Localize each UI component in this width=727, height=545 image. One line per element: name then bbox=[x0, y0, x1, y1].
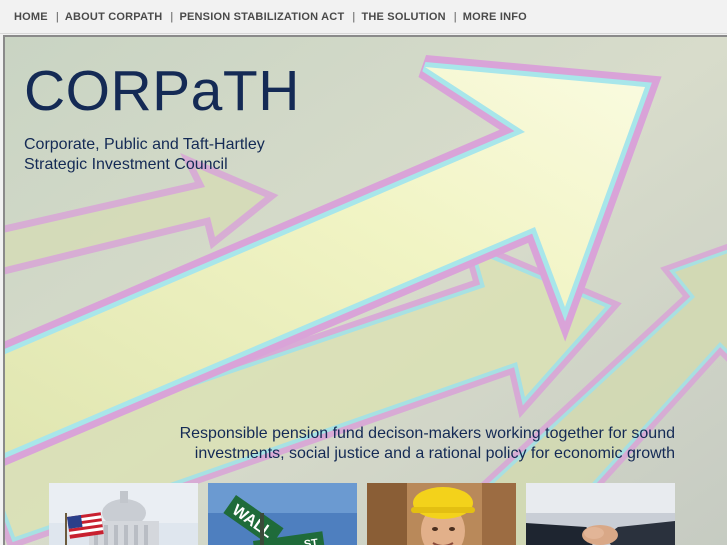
nav-link-more-info[interactable]: MORE INFO bbox=[463, 11, 527, 23]
nav-link-pension-act[interactable]: PENSION STABILIZATION ACT bbox=[179, 11, 344, 23]
capitol-flag-photo bbox=[49, 483, 198, 545]
handshake-photo bbox=[526, 483, 675, 545]
nav-link-solution[interactable]: THE SOLUTION bbox=[361, 11, 445, 23]
tagline-line-2: investments, social justice and a ration… bbox=[194, 445, 675, 462]
site-logo[interactable]: CORPaTH bbox=[24, 63, 300, 120]
hero-banner: CORPaTH Corporate, Public and Taft-Hartl… bbox=[3, 35, 727, 545]
site-subtitle: Corporate, Public and Taft-Hartley Strat… bbox=[24, 135, 265, 175]
mission-tagline: Responsible pension fund decison-makers … bbox=[180, 424, 675, 464]
sign-text-street: ST bbox=[303, 537, 319, 545]
nav-list: HOME | ABOUT CORPATH | PENSION STABILIZATI… bbox=[0, 0, 727, 33]
subtitle-line-1: Corporate, Public and Taft-Hartley bbox=[24, 136, 265, 153]
wall-street-sign-photo: WALL ST bbox=[208, 483, 357, 545]
top-navigation: HOME | ABOUT CORPATH | PENSION STABILIZATI… bbox=[0, 0, 727, 34]
nav-item-about[interactable]: | ABOUT CORPATH bbox=[48, 11, 163, 23]
nav-item-solution[interactable]: | THE SOLUTION bbox=[344, 11, 445, 23]
construction-worker-photo bbox=[367, 483, 516, 545]
nav-separator: | bbox=[352, 10, 356, 23]
subtitle-line-2: Strategic Investment Council bbox=[24, 156, 228, 173]
nav-link-about[interactable]: ABOUT CORPATH bbox=[65, 11, 163, 23]
nav-separator: | bbox=[55, 10, 59, 23]
nav-separator: | bbox=[170, 10, 174, 23]
tagline-line-1: Responsible pension fund decison-makers … bbox=[179, 425, 675, 442]
nav-item-home[interactable]: HOME bbox=[14, 11, 48, 23]
nav-separator: | bbox=[453, 10, 457, 23]
nav-link-home[interactable]: HOME bbox=[14, 11, 48, 23]
nav-item-more-info[interactable]: | MORE INFO bbox=[446, 11, 527, 23]
nav-item-pension-act[interactable]: | PENSION STABILIZATION ACT bbox=[162, 11, 344, 23]
